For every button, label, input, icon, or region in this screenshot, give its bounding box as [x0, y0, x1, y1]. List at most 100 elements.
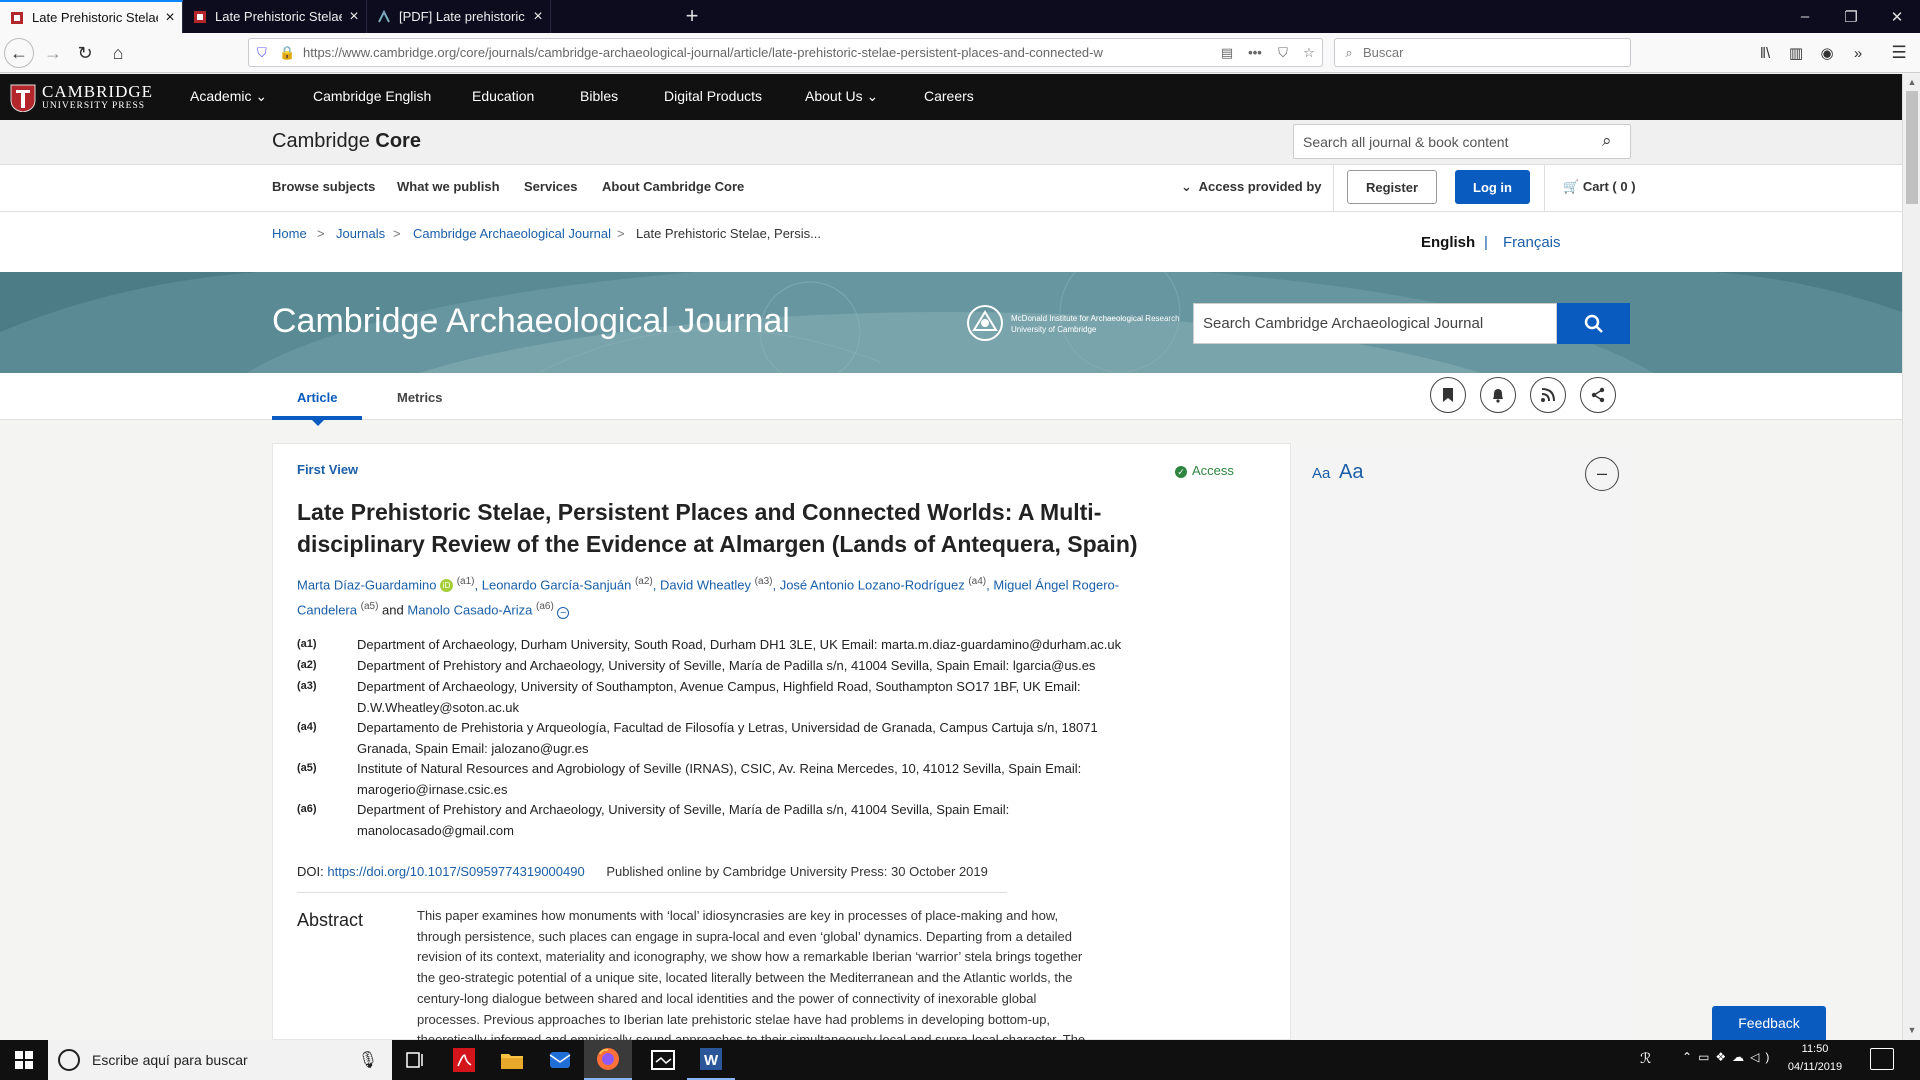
article-title: Late Prehistoric Stelae, Persistent Plac… [297, 499, 1138, 557]
tab-article[interactable]: Article [272, 373, 362, 420]
subnav-what-we-publish[interactable]: What we publish [397, 179, 500, 194]
browser-tab-1[interactable]: Late Prehistoric Stelae, Persistent × [0, 0, 183, 33]
journal-search-button[interactable] [1557, 303, 1630, 344]
author-link[interactable]: José Antonio Lozano-Rodríguez [780, 577, 965, 592]
tab-metrics[interactable]: Metrics [397, 390, 443, 405]
alert-button[interactable] [1480, 377, 1516, 413]
collapse-authors-icon[interactable]: – [557, 606, 570, 619]
browser-search-box[interactable]: ⌕ Buscar [1334, 38, 1631, 67]
search-icon[interactable]: ⌕ [1602, 131, 1612, 151]
dropbox-icon[interactable]: ❖ [1715, 1050, 1732, 1064]
breadcrumb-home[interactable]: Home [272, 226, 307, 241]
scroll-down-icon[interactable]: ▼ [1903, 1022, 1920, 1038]
access-provided-by[interactable]: ⌄ Access provided by [1181, 179, 1321, 195]
file-explorer-icon[interactable] [488, 1040, 536, 1080]
scrollbar-thumb[interactable] [1906, 91, 1918, 204]
font-size-small[interactable]: Aa [1312, 465, 1330, 482]
mail-icon[interactable] [536, 1040, 584, 1080]
overflow-icon[interactable]: » [1843, 38, 1873, 68]
windows-start-icon[interactable] [0, 1040, 48, 1080]
acrobat-icon[interactable] [440, 1040, 488, 1080]
home-icon[interactable]: ⌂ [103, 38, 133, 68]
new-tab-icon[interactable]: + [680, 4, 704, 28]
page-scrollbar[interactable]: ▲ ▼ [1902, 74, 1920, 1040]
back-icon[interactable]: ← [4, 38, 34, 68]
language-english[interactable]: English [1421, 234, 1475, 251]
url-bar[interactable]: ⛉ 🔒 https://www.cambridge.org/core/journ… [248, 38, 1323, 67]
microphone-icon[interactable]: 🎙 [358, 1050, 378, 1070]
account-icon[interactable]: ◉ [1812, 38, 1842, 68]
feedback-button[interactable]: Feedback [1712, 1006, 1826, 1040]
onedrive-icon[interactable]: ☁ [1732, 1050, 1750, 1064]
subnav-services[interactable]: Services [524, 179, 578, 194]
close-tab-icon[interactable]: × [158, 9, 182, 27]
tab-article-label: Article [297, 390, 338, 405]
affiliation-ref: (a2) [634, 576, 653, 587]
author-link[interactable]: Manolo Casado-Ariza [407, 603, 532, 618]
share-button[interactable] [1580, 377, 1616, 413]
login-button[interactable]: Log in [1455, 170, 1530, 204]
reload-icon[interactable]: ↻ [70, 38, 100, 68]
sidebar-icon[interactable]: ▥ [1781, 38, 1811, 68]
register-button[interactable]: Register [1347, 170, 1437, 204]
subnav-about-core[interactable]: About Cambridge Core [602, 179, 744, 194]
doi-link[interactable]: https://doi.org/10.1017/S095977431900049… [327, 864, 584, 879]
action-center-icon[interactable] [1870, 1048, 1894, 1070]
nav-cambridge-english[interactable]: Cambridge English [313, 88, 431, 104]
network-icon[interactable]: ▭ [1698, 1050, 1715, 1064]
nav-bibles[interactable]: Bibles [580, 88, 618, 104]
pocket-icon[interactable]: ⛉ [1270, 45, 1296, 61]
restore-icon[interactable]: ❐ [1828, 0, 1874, 33]
author-link[interactable]: Candelera [297, 603, 357, 618]
breadcrumb-journal[interactable]: Cambridge Archaeological Journal [413, 226, 611, 241]
cart-link[interactable]: 🛒 Cart ( 0 ) [1563, 179, 1636, 195]
close-tab-icon[interactable]: × [342, 8, 366, 26]
author-link[interactable]: Miguel Ángel Rogero- [993, 577, 1119, 592]
taskbar-search-box[interactable]: Escribe aquí para buscar 🎙 [48, 1040, 392, 1080]
clock-time[interactable]: 11:50 [1780, 1043, 1850, 1055]
nav-education[interactable]: Education [472, 88, 534, 104]
close-tab-icon[interactable]: × [526, 8, 550, 26]
terminal-app-icon[interactable] [639, 1040, 687, 1080]
breadcrumb-journals[interactable]: Journals [336, 226, 385, 241]
nav-about-us[interactable]: About Us ⌄ [805, 88, 878, 105]
nav-academic[interactable]: Academic ⌄ [190, 88, 267, 105]
font-size-large[interactable]: Aa [1339, 461, 1363, 484]
system-tray-icons[interactable]: ⌃▭❖☁◁) [1682, 1050, 1775, 1064]
collapse-panel-icon[interactable]: – [1585, 457, 1619, 491]
browser-tab-3[interactable]: [PDF] Late prehistoric stelae, pe × [367, 0, 551, 33]
orcid-icon[interactable]: iD [440, 579, 454, 593]
core-search-input[interactable]: Search all journal & book content ⌕ [1293, 124, 1631, 159]
cambridge-core-logo[interactable]: Cambridge Core [272, 130, 421, 153]
people-icon[interactable]: ℛ [1640, 1050, 1651, 1067]
chevron-up-icon[interactable]: ⌃ [1682, 1050, 1698, 1064]
subnav-browse-subjects[interactable]: Browse subjects [272, 179, 375, 194]
rss-button[interactable] [1530, 377, 1566, 413]
scroll-up-icon[interactable]: ▲ [1903, 74, 1920, 90]
author-link[interactable]: Leonardo García-Sanjuán [482, 577, 632, 592]
language-francais[interactable]: Français [1503, 234, 1561, 251]
reader-view-icon[interactable]: ▤ [1214, 45, 1240, 61]
browser-tab-2[interactable]: Late Prehistoric Stelae, Persistent × [183, 0, 367, 33]
close-window-icon[interactable]: ✕ [1874, 0, 1920, 33]
pdf-favicon-icon [377, 9, 391, 24]
bookmark-star-icon[interactable]: ☆ [1296, 45, 1322, 61]
task-view-icon[interactable] [392, 1040, 440, 1080]
bookmark-button[interactable] [1430, 377, 1466, 413]
nav-digital-products[interactable]: Digital Products [664, 88, 762, 104]
cambridge-logo[interactable]: CAMBRIDGE UNIVERSITY PRESS [10, 82, 160, 114]
word-icon[interactable]: W [687, 1040, 735, 1080]
journal-search-input[interactable]: Search Cambridge Archaeological Journal [1193, 303, 1557, 344]
clock-date[interactable]: 04/11/2019 [1780, 1061, 1850, 1073]
author-link[interactable]: Marta Díaz-Guardamino [297, 577, 436, 592]
volume-icon[interactable]: ◁) [1750, 1050, 1775, 1064]
library-icon[interactable]: ‖\ [1750, 38, 1780, 68]
page-actions-icon[interactable]: ••• [1240, 45, 1270, 60]
nav-careers[interactable]: Careers [924, 88, 974, 104]
minimize-icon[interactable]: – [1782, 0, 1828, 33]
firefox-icon[interactable] [584, 1040, 632, 1080]
author-link[interactable]: David Wheatley [660, 577, 751, 592]
menu-icon[interactable]: ☰ [1884, 38, 1914, 68]
tab-label: Late Prehistoric Stelae, Persistent [215, 9, 342, 24]
forward-icon[interactable]: → [38, 38, 68, 68]
